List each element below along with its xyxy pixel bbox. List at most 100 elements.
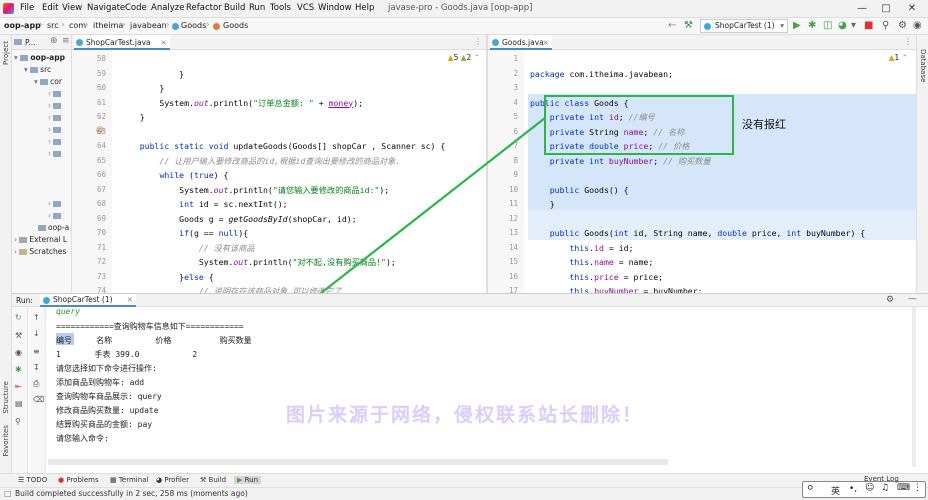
ime-language[interactable]: 英: [831, 484, 840, 497]
ime-punctuation-icon[interactable]: •,: [849, 484, 857, 494]
tab-shopcartest-java[interactable]: ShopCarTest.java ×: [74, 35, 170, 50]
database-tool-button[interactable]: Database: [919, 49, 927, 82]
inspection-widget[interactable]: ▲1 ⌃: [889, 53, 908, 62]
menu-window[interactable]: Window: [318, 3, 352, 13]
more-tabs-icon[interactable]: ⋮: [904, 37, 912, 46]
target-icon[interactable]: ⊕: [50, 36, 58, 46]
line-number[interactable]: 4: [513, 98, 518, 107]
structure-tool-button[interactable]: Structure: [2, 381, 10, 414]
line-number[interactable]: 11: [509, 199, 518, 208]
line-number[interactable]: 61: [97, 98, 106, 107]
tree-item-package[interactable]: ›: [48, 125, 63, 134]
line-number[interactable]: 68: [97, 199, 106, 208]
menu-help[interactable]: Help: [355, 3, 374, 13]
scroll-to-end-icon[interactable]: ↧: [33, 363, 40, 372]
close-tab-icon[interactable]: ×: [127, 294, 133, 306]
ime-keyboard-icon[interactable]: ⌨: [897, 483, 910, 493]
minimize-panel-icon[interactable]: —: [908, 294, 917, 304]
line-number[interactable]: 16: [509, 272, 518, 281]
pin-icon[interactable]: ⚲: [15, 417, 21, 426]
line-number[interactable]: 70: [97, 228, 106, 237]
run-tab[interactable]: ShopCarTest (1) ×: [40, 294, 136, 307]
breadcrumb-class[interactable]: Goods: [181, 21, 206, 30]
ime-emoji-icon[interactable]: ☺: [865, 483, 874, 493]
line-number[interactable]: 6: [513, 127, 518, 136]
line-number[interactable]: 69: [97, 214, 106, 223]
menu-refactor[interactable]: Refactor: [186, 3, 222, 13]
profiler-tool-button[interactable]: ◕ Profiler: [156, 476, 189, 484]
trash-icon[interactable]: ⌫: [33, 395, 44, 404]
line-number[interactable]: 67: [97, 185, 106, 194]
menu-analyze[interactable]: Analyze: [151, 3, 185, 13]
menu-vcs[interactable]: VCS: [297, 3, 314, 13]
tree-item-package[interactable]: ›: [48, 137, 63, 146]
tree-item-oop-a[interactable]: oop-a: [38, 223, 69, 232]
line-number[interactable]: 9: [513, 170, 518, 179]
ime-voice-icon[interactable]: ♫: [881, 483, 889, 493]
profile-icon[interactable]: ◕: [838, 20, 847, 32]
hammer-icon[interactable]: ⚒: [684, 20, 693, 32]
line-number[interactable]: 12: [509, 214, 518, 223]
run-configuration-select[interactable]: ShopCarTest (1) ▾: [700, 19, 788, 33]
print-icon[interactable]: ⎙: [33, 379, 39, 389]
menu-navigate[interactable]: Navigate: [87, 3, 125, 13]
arrow-down-icon[interactable]: ↓: [33, 329, 40, 338]
collapse-icon[interactable]: ≡: [62, 36, 70, 46]
wrench-icon[interactable]: ⚒: [15, 331, 22, 340]
run-icon[interactable]: ▶: [793, 20, 801, 32]
line-number[interactable]: 71: [97, 243, 106, 252]
override-icon[interactable]: @: [96, 125, 104, 134]
breadcrumb-com[interactable]: com: [69, 21, 86, 30]
menu-file[interactable]: File: [20, 3, 34, 13]
line-number[interactable]: 3: [513, 83, 518, 92]
project-panel-title[interactable]: P...: [25, 38, 36, 47]
line-number[interactable]: 65: [97, 156, 106, 165]
event-log-button[interactable]: Event Log: [864, 475, 899, 483]
menu-run[interactable]: Run: [249, 3, 265, 13]
terminal-tool-button[interactable]: ▦ Terminal: [110, 476, 148, 484]
tree-item-package[interactable]: ›: [48, 113, 63, 122]
run-tool-button[interactable]: ▶ Run: [234, 476, 262, 484]
tree-item-package[interactable]: ›: [48, 149, 63, 158]
stop-icon[interactable]: ■: [864, 20, 873, 32]
line-number[interactable]: 2: [513, 69, 518, 78]
menu-tools[interactable]: Tools: [270, 3, 291, 13]
menu-code[interactable]: Code: [125, 3, 147, 13]
line-number[interactable]: 73: [97, 272, 106, 281]
line-number[interactable]: 60: [97, 83, 106, 92]
ime-toolbar[interactable]: ⚪ 英 •, ☺ ♫ ⌨ ⋮: [802, 481, 926, 498]
line-number[interactable]: 74: [97, 286, 106, 293]
menu-build[interactable]: Build: [224, 3, 245, 13]
breadcrumb-javabean[interactable]: javabean: [130, 21, 167, 30]
breadcrumb-project[interactable]: oop-app: [4, 21, 41, 30]
tree-item-package[interactable]: ›: [48, 211, 63, 220]
ime-menu-icon[interactable]: ⋮: [913, 483, 922, 493]
line-number[interactable]: 62: [97, 112, 106, 121]
search-icon[interactable]: ⚲: [882, 20, 889, 32]
back-arrow-icon[interactable]: ←: [668, 20, 676, 32]
tree-item-scratches[interactable]: › Scratches: [14, 247, 66, 256]
soft-wrap-icon[interactable]: ≡: [33, 347, 40, 356]
debug-icon[interactable]: ✱: [15, 365, 22, 374]
breadcrumb-member[interactable]: Goods: [223, 21, 248, 30]
problems-tool-button[interactable]: ● Problems: [58, 476, 99, 484]
camera-icon[interactable]: ◉: [15, 348, 22, 357]
close-tab-icon[interactable]: ×: [160, 35, 167, 50]
gear-icon[interactable]: ⚙: [898, 20, 907, 32]
close-tab-icon[interactable]: ×: [542, 35, 549, 50]
project-tool-button[interactable]: Project: [2, 41, 10, 65]
breadcrumb-src[interactable]: src: [47, 21, 59, 30]
tab-goods-java[interactable]: Goods.java ×: [490, 35, 552, 50]
line-number[interactable]: 13: [509, 228, 518, 237]
menu-view[interactable]: View: [62, 3, 82, 13]
line-number[interactable]: 17: [509, 286, 518, 293]
line-number[interactable]: 59: [97, 69, 106, 78]
breadcrumb-itheima[interactable]: itheima: [93, 21, 123, 30]
menu-edit[interactable]: Edit: [42, 3, 58, 13]
debug-icon[interactable]: ✱: [808, 20, 816, 32]
line-number[interactable]: 5: [513, 112, 518, 121]
line-number[interactable]: 14: [509, 243, 518, 252]
line-number[interactable]: 7: [513, 141, 518, 150]
coverage-icon[interactable]: ◫: [823, 20, 832, 32]
exit-icon[interactable]: ⇤: [15, 382, 22, 391]
